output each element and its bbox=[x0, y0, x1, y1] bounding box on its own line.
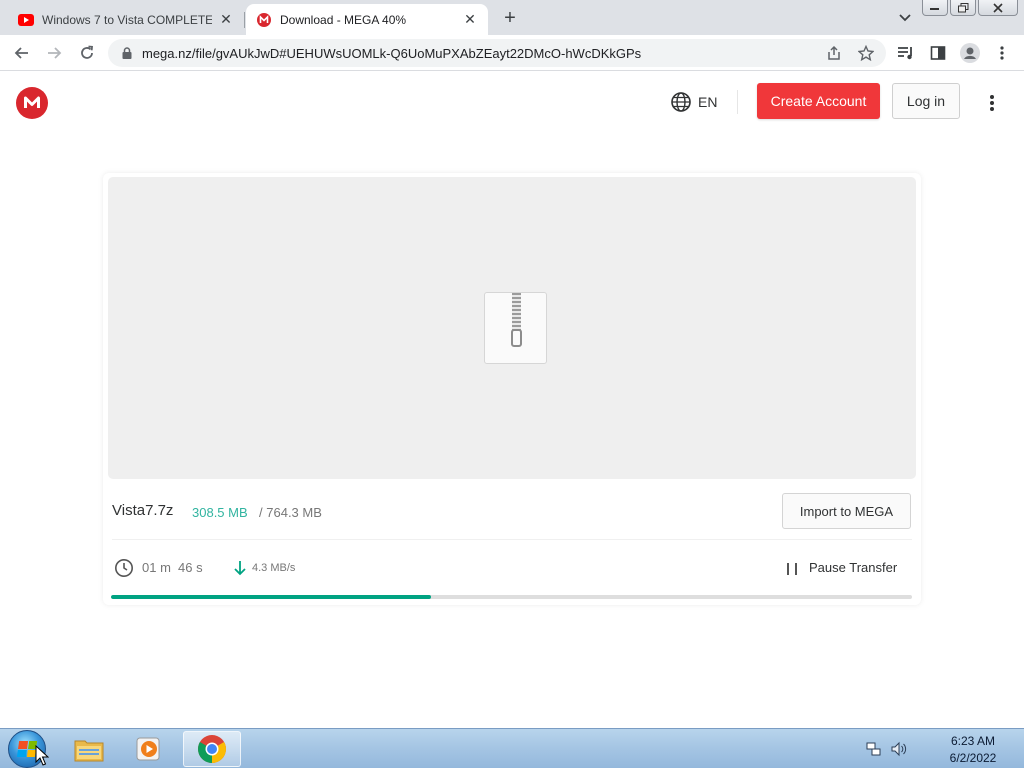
create-account-button[interactable]: Create Account bbox=[757, 83, 880, 119]
windows-taskbar: 6:23 AM 6/2/2022 bbox=[0, 728, 1024, 768]
import-to-mega-button[interactable]: Import to MEGA bbox=[782, 493, 911, 529]
card-divider bbox=[112, 539, 912, 540]
profile-avatar-icon[interactable] bbox=[958, 41, 982, 65]
browser-toolbar: mega.nz/file/gvAUkJwD#UEHUWsUOMLk-Q6UoMu… bbox=[0, 35, 1024, 71]
chrome-icon bbox=[198, 735, 226, 763]
taskbar-chrome[interactable] bbox=[183, 731, 241, 767]
lock-icon bbox=[122, 47, 132, 59]
window-controls bbox=[922, 0, 1024, 18]
tab-search-chevron-icon[interactable] bbox=[895, 8, 915, 28]
side-panel-icon[interactable] bbox=[926, 41, 950, 65]
taskbar-media-player[interactable] bbox=[120, 731, 178, 767]
header-divider bbox=[737, 90, 738, 114]
back-arrow-icon[interactable] bbox=[10, 41, 34, 65]
size-separator: / bbox=[259, 505, 263, 520]
clock-date: 6/2/2022 bbox=[949, 751, 997, 765]
tab-title: Windows 7 to Vista COMPLETE Tr bbox=[42, 12, 212, 27]
clock-time: 6:23 AM bbox=[950, 734, 996, 748]
file-preview-area bbox=[108, 177, 916, 479]
download-speed: 4.3 MB/s bbox=[252, 562, 296, 574]
taskbar-clock[interactable]: 6:23 AM 6/2/2022 bbox=[940, 733, 1006, 767]
media-player-icon bbox=[136, 737, 160, 761]
share-icon[interactable] bbox=[822, 41, 846, 65]
address-bar[interactable]: mega.nz/file/gvAUkJwD#UEHUWsUOMLk-Q6UoMu… bbox=[108, 39, 886, 67]
time-remaining-seconds: 46 s bbox=[178, 560, 203, 575]
download-card: Vista7.7z 308.5 MB / 764.3 MB Import to … bbox=[103, 173, 921, 605]
zip-archive-icon bbox=[484, 292, 547, 364]
download-progress-bar bbox=[111, 595, 912, 599]
browser-menu-icon[interactable] bbox=[990, 41, 1014, 65]
youtube-icon bbox=[18, 12, 34, 28]
tab-mega-download[interactable]: Download - MEGA 40% ✕ bbox=[246, 4, 488, 35]
download-arrow-icon bbox=[234, 561, 246, 576]
url-text: mega.nz/file/gvAUkJwD#UEHUWsUOMLk-Q6UoMu… bbox=[142, 45, 642, 61]
bookmark-star-icon[interactable] bbox=[854, 41, 878, 65]
mouse-cursor-icon bbox=[35, 745, 49, 766]
close-tab-icon[interactable]: ✕ bbox=[218, 11, 234, 28]
tab-youtube[interactable]: Windows 7 to Vista COMPLETE Tr ✕ bbox=[8, 4, 244, 35]
close-tab-icon[interactable]: ✕ bbox=[462, 11, 478, 28]
downloaded-size: 308.5 MB bbox=[192, 505, 248, 520]
new-tab-button[interactable]: + bbox=[498, 7, 522, 31]
mega-logo[interactable] bbox=[16, 87, 48, 119]
minimize-button[interactable] bbox=[922, 0, 948, 16]
pause-icon[interactable] bbox=[787, 563, 797, 575]
tab-divider bbox=[244, 12, 245, 28]
mega-icon bbox=[256, 12, 272, 28]
restore-button[interactable] bbox=[950, 0, 976, 16]
globe-icon bbox=[671, 92, 691, 112]
browser-tab-strip: Windows 7 to Vista COMPLETE Tr ✕ Downloa… bbox=[0, 0, 1024, 35]
media-control-icon[interactable] bbox=[894, 41, 918, 65]
file-name: Vista7.7z bbox=[112, 502, 174, 519]
taskbar-explorer[interactable] bbox=[60, 731, 118, 767]
clock-icon bbox=[115, 559, 133, 577]
login-button[interactable]: Log in bbox=[892, 83, 960, 119]
close-window-button[interactable] bbox=[978, 0, 1018, 16]
total-size-value: 764.3 MB bbox=[266, 505, 322, 520]
volume-icon[interactable] bbox=[890, 741, 908, 757]
kebab-menu-icon[interactable] bbox=[982, 92, 1002, 114]
language-selector[interactable]: EN bbox=[670, 90, 717, 114]
pause-transfer-button[interactable]: Pause Transfer bbox=[809, 560, 897, 575]
progress-fill bbox=[111, 595, 432, 599]
windows-explorer-icon bbox=[74, 740, 104, 762]
language-label: EN bbox=[698, 94, 718, 110]
time-remaining-minutes: 01 m bbox=[142, 560, 171, 575]
network-icon[interactable] bbox=[866, 741, 882, 757]
reload-icon[interactable] bbox=[75, 41, 99, 65]
forward-arrow-icon[interactable] bbox=[42, 41, 66, 65]
system-tray bbox=[866, 741, 908, 757]
tab-title: Download - MEGA 40% bbox=[280, 12, 407, 27]
total-size: / 764.3 MB bbox=[259, 505, 322, 520]
